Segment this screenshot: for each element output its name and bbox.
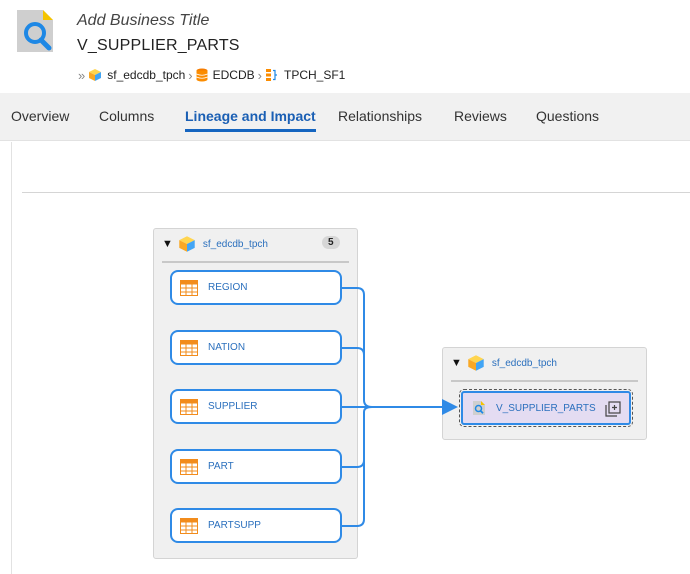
- group-header: ▼ sf_edcdb_tpch: [451, 354, 557, 372]
- expand-icon[interactable]: [605, 401, 621, 417]
- lineage-node-supplier[interactable]: SUPPLIER: [170, 389, 342, 424]
- table-icon: [180, 339, 198, 356]
- tab-label: Lineage and Impact: [185, 108, 316, 124]
- collapse-triangle-icon[interactable]: ▼: [162, 238, 173, 250]
- node-label: V_SUPPLIER_PARTS: [496, 402, 596, 414]
- chevron-right-icon: ›: [188, 67, 193, 83]
- group-divider: [451, 380, 638, 382]
- schema-icon: [266, 69, 277, 81]
- tab-questions[interactable]: Questions: [536, 108, 599, 124]
- tab-lineage-and-impact[interactable]: Lineage and Impact: [185, 108, 316, 132]
- view-icon: [473, 401, 485, 415]
- tab-relationships[interactable]: Relationships: [338, 108, 422, 124]
- lineage-node-partsupp[interactable]: PARTSUPP: [170, 508, 342, 543]
- count-badge: 5: [322, 236, 340, 249]
- table-icon: [180, 517, 198, 534]
- node-label: PARTSUPP: [208, 520, 261, 531]
- node-label: NATION: [208, 342, 246, 353]
- chevron-right-icon: ›: [257, 67, 262, 83]
- table-icon: [180, 279, 198, 296]
- cube-icon: [89, 69, 102, 81]
- double-chevron-icon[interactable]: »: [78, 68, 85, 83]
- tab-reviews[interactable]: Reviews: [454, 108, 507, 124]
- target-group: ▼ sf_edcdb_tpch V_SUPPLIER_PARTS: [442, 347, 647, 440]
- lineage-node-nation[interactable]: NATION: [170, 330, 342, 365]
- breadcrumb-item-resource[interactable]: sf_edcdb_tpch: [88, 68, 185, 82]
- lineage-node-part[interactable]: PART: [170, 449, 342, 484]
- node-label: SUPPLIER: [208, 401, 258, 412]
- lineage-node-region[interactable]: REGION: [170, 270, 342, 305]
- cube-icon: [179, 236, 195, 252]
- node-label: REGION: [208, 282, 248, 293]
- edge-merge: [363, 399, 373, 413]
- view-asset-icon: [17, 10, 53, 52]
- breadcrumb-item-database[interactable]: EDCDB: [195, 68, 255, 82]
- group-name: sf_edcdb_tpch: [491, 357, 557, 369]
- group-divider: [162, 261, 349, 263]
- tab-bar: Overview Columns Lineage and Impact Rela…: [0, 93, 690, 141]
- breadcrumb-label: EDCDB: [212, 68, 255, 82]
- business-title[interactable]: Add Business Title: [77, 12, 209, 30]
- breadcrumb-label: sf_edcdb_tpch: [107, 68, 186, 82]
- tab-overview[interactable]: Overview: [11, 108, 69, 124]
- active-tab-indicator: [185, 129, 316, 132]
- asset-name: V_SUPPLIER_PARTS: [77, 37, 240, 54]
- group-name: sf_edcdb_tpch: [202, 238, 268, 250]
- tab-columns[interactable]: Columns: [99, 108, 154, 124]
- asset-header: Add Business Title V_SUPPLIER_PARTS » sf…: [0, 0, 690, 93]
- divider: [22, 192, 690, 193]
- cube-icon: [468, 355, 484, 371]
- node-label: PART: [208, 461, 234, 472]
- breadcrumb-item-schema[interactable]: TPCH_SF1: [265, 68, 345, 82]
- breadcrumb: » sf_edcdb_tpch › EDCDB › TPCH_SF1: [75, 66, 345, 84]
- breadcrumb-label: TPCH_SF1: [284, 68, 346, 82]
- table-icon: [180, 398, 198, 415]
- collapse-triangle-icon[interactable]: ▼: [451, 357, 462, 369]
- lineage-canvas[interactable]: ▼ sf_edcdb_tpch 5 REGION NATION SUPPLIER…: [11, 142, 690, 574]
- lineage-node-v-supplier-parts[interactable]: V_SUPPLIER_PARTS: [459, 389, 633, 427]
- table-icon: [180, 458, 198, 475]
- source-group: ▼ sf_edcdb_tpch 5 REGION NATION SUPPLIER…: [153, 228, 358, 559]
- database-icon: [195, 68, 208, 82]
- group-header: ▼ sf_edcdb_tpch: [162, 235, 268, 253]
